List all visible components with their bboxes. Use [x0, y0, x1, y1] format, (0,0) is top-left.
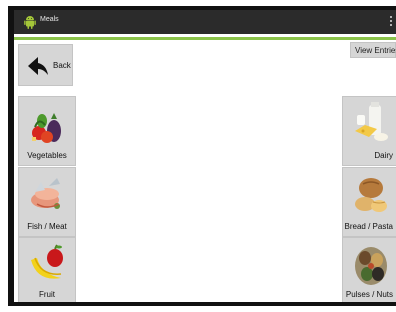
back-button[interactable]: Back [18, 44, 73, 86]
category-label: Vegetables [27, 151, 67, 160]
view-entries-label: View Entries [355, 46, 396, 55]
category-label: Pulses / Nuts [345, 290, 393, 299]
category-label: Fruit [39, 290, 55, 299]
action-bar: Meals [14, 10, 396, 34]
bread-pasta-image [355, 178, 387, 212]
app-title: Meals [40, 16, 59, 23]
category-label: Dairy [374, 151, 393, 160]
device-edge-bottom [8, 302, 396, 306]
pulses-nuts-image [355, 247, 387, 285]
category-fish-meat[interactable]: Fish / Meat [18, 167, 76, 237]
category-vegetables[interactable]: Vegetables [18, 96, 76, 166]
vegetables-image [32, 113, 61, 143]
fruit-image [31, 244, 63, 279]
android-app-icon [24, 16, 36, 29]
back-label: Back [53, 61, 71, 70]
category-bread-pasta[interactable]: Bread / Pasta [342, 167, 396, 237]
fish-meat-image [31, 178, 60, 209]
category-label: Bread / Pasta [344, 222, 393, 231]
category-label: Fish / Meat [27, 222, 67, 231]
accent-divider [14, 37, 396, 40]
overflow-menu-icon[interactable] [389, 15, 393, 29]
category-fruit[interactable]: Fruit [18, 237, 76, 302]
view-entries-button[interactable]: View Entries [350, 42, 396, 58]
category-dairy[interactable]: Dairy [342, 96, 396, 166]
back-arrow-icon [28, 57, 48, 75]
device-bezel: Meals ɤ Back View Entries [0, 0, 396, 312]
app-screen: Meals ɤ Back View Entries [14, 10, 396, 302]
dairy-image [355, 102, 388, 141]
category-pulses-nuts[interactable]: Pulses / Nuts [342, 237, 396, 302]
